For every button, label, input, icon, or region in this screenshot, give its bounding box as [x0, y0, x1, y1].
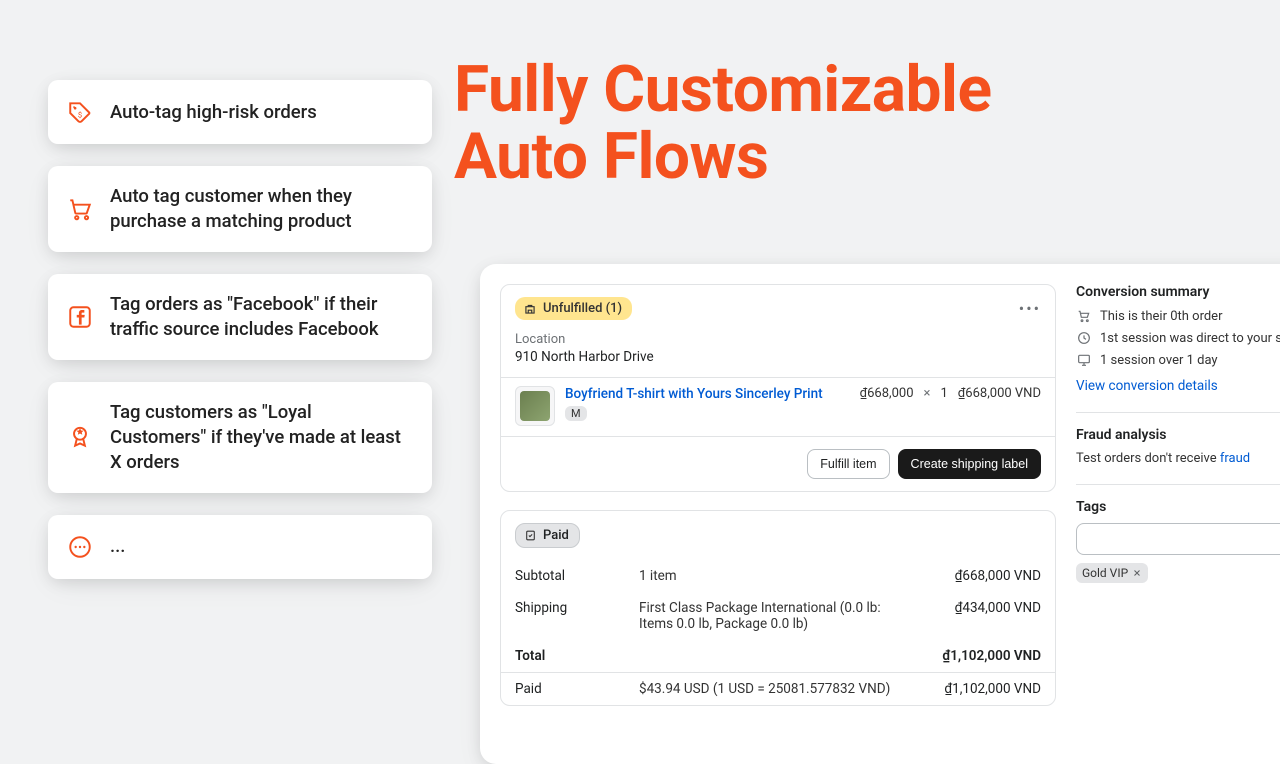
- flow-card-more[interactable]: ...: [48, 515, 432, 579]
- headline-line-1: Fully Customizable: [454, 56, 992, 123]
- variant-badge: M: [565, 406, 587, 421]
- display-icon: [1076, 352, 1092, 368]
- shipping-label: Shipping: [515, 600, 623, 632]
- flow-card-high-risk[interactable]: $ Auto-tag high-risk orders: [48, 80, 432, 144]
- conversion-title: Conversion summary: [1076, 284, 1280, 300]
- status-badge-unfulfilled: Unfulfilled (1): [515, 297, 632, 320]
- subtotal-value: ₫668,000 VND: [921, 568, 1041, 584]
- award-icon: [66, 423, 94, 451]
- price-tag-icon: $: [66, 98, 94, 126]
- payment-card: Paid Subtotal 1 item ₫668,000 VND Shippi…: [500, 510, 1056, 706]
- flow-label: ...: [110, 534, 125, 559]
- fraud-link[interactable]: fraud: [1220, 451, 1250, 466]
- receipt-check-icon: [524, 529, 537, 542]
- status-text: Paid: [543, 528, 569, 543]
- view-conversion-link[interactable]: View conversion details: [1076, 378, 1280, 394]
- flow-list: $ Auto-tag high-risk orders Auto tag cus…: [48, 80, 432, 579]
- fulfill-item-button[interactable]: Fulfill item: [807, 449, 889, 479]
- create-shipping-label-button[interactable]: Create shipping label: [898, 449, 1041, 479]
- kebab-menu[interactable]: •••: [1019, 299, 1041, 318]
- fraud-analysis: Fraud analysis Test orders don't receive…: [1076, 412, 1280, 466]
- flow-label: Auto-tag high-risk orders: [110, 100, 317, 125]
- tags-section: Tags Gold VIP: [1076, 484, 1280, 583]
- product-thumbnail: [515, 386, 555, 426]
- tags-title: Tags: [1076, 499, 1280, 515]
- conversion-line: 1st session was direct to your store: [1100, 331, 1280, 346]
- cart-icon: [66, 195, 94, 223]
- qty: 1: [940, 386, 947, 401]
- facebook-icon: [66, 303, 94, 331]
- product-link[interactable]: Boyfriend T-shirt with Yours Sincerley P…: [565, 386, 831, 402]
- location-label: Location: [515, 332, 1041, 347]
- total-value: ₫1,102,000 VND: [921, 648, 1041, 664]
- qty-x: ×: [924, 386, 931, 401]
- paid-desc: $43.94 USD (1 USD = 25081.577832 VND): [639, 681, 905, 697]
- cart-icon: [1076, 308, 1092, 324]
- flow-label: Auto tag customer when they purchase a m…: [110, 184, 412, 234]
- conversion-line: This is their 0th order: [1100, 309, 1222, 324]
- total-label: Total: [515, 648, 623, 664]
- flow-card-loyal[interactable]: Tag customers as "Loyal Customers" if th…: [48, 382, 432, 493]
- remove-icon[interactable]: [1132, 568, 1142, 578]
- paid-value: ₫1,102,000 VND: [921, 681, 1041, 697]
- shipping-value: ₫434,000 VND: [921, 600, 1041, 632]
- page-headline: Fully Customizable Auto Flows: [454, 56, 992, 190]
- flow-card-matching-product[interactable]: Auto tag customer when they purchase a m…: [48, 166, 432, 252]
- unit-price: ₫668,000: [860, 386, 914, 401]
- conversion-line: 1 session over 1 day: [1100, 353, 1218, 368]
- flow-label: Tag customers as "Loyal Customers" if th…: [110, 400, 412, 475]
- line-item: Boyfriend T-shirt with Yours Sincerley P…: [501, 378, 1055, 436]
- more-icon: [66, 533, 94, 561]
- line-total: ₫668,000 VND: [958, 386, 1041, 401]
- tag-chip-label: Gold VIP: [1082, 566, 1128, 580]
- status-badge-paid: Paid: [515, 523, 580, 548]
- clock-icon: [1076, 330, 1092, 346]
- order-panel: Unfulfilled (1) ••• Location 910 North H…: [480, 264, 1280, 764]
- location-value: 910 North Harbor Drive: [515, 349, 1041, 365]
- flow-label: Tag orders as "Facebook" if their traffi…: [110, 292, 412, 342]
- tag-chip[interactable]: Gold VIP: [1076, 563, 1148, 583]
- paid-label: Paid: [515, 681, 623, 697]
- subtotal-label: Subtotal: [515, 568, 623, 584]
- fulfillment-card: Unfulfilled (1) ••• Location 910 North H…: [500, 284, 1056, 492]
- conversion-summary: Conversion summary This is their 0th ord…: [1076, 284, 1280, 394]
- subtotal-desc: 1 item: [639, 568, 905, 584]
- flow-card-facebook[interactable]: Tag orders as "Facebook" if their traffi…: [48, 274, 432, 360]
- fraud-text: Test orders don't receive: [1076, 451, 1220, 466]
- headline-line-2: Auto Flows: [454, 123, 992, 190]
- box-icon: [523, 302, 537, 316]
- status-text: Unfulfilled (1): [543, 301, 622, 316]
- fraud-title: Fraud analysis: [1076, 427, 1280, 443]
- svg-text:$: $: [78, 110, 82, 119]
- shipping-desc: First Class Package International (0.0 l…: [639, 600, 905, 632]
- tags-input[interactable]: [1076, 523, 1280, 555]
